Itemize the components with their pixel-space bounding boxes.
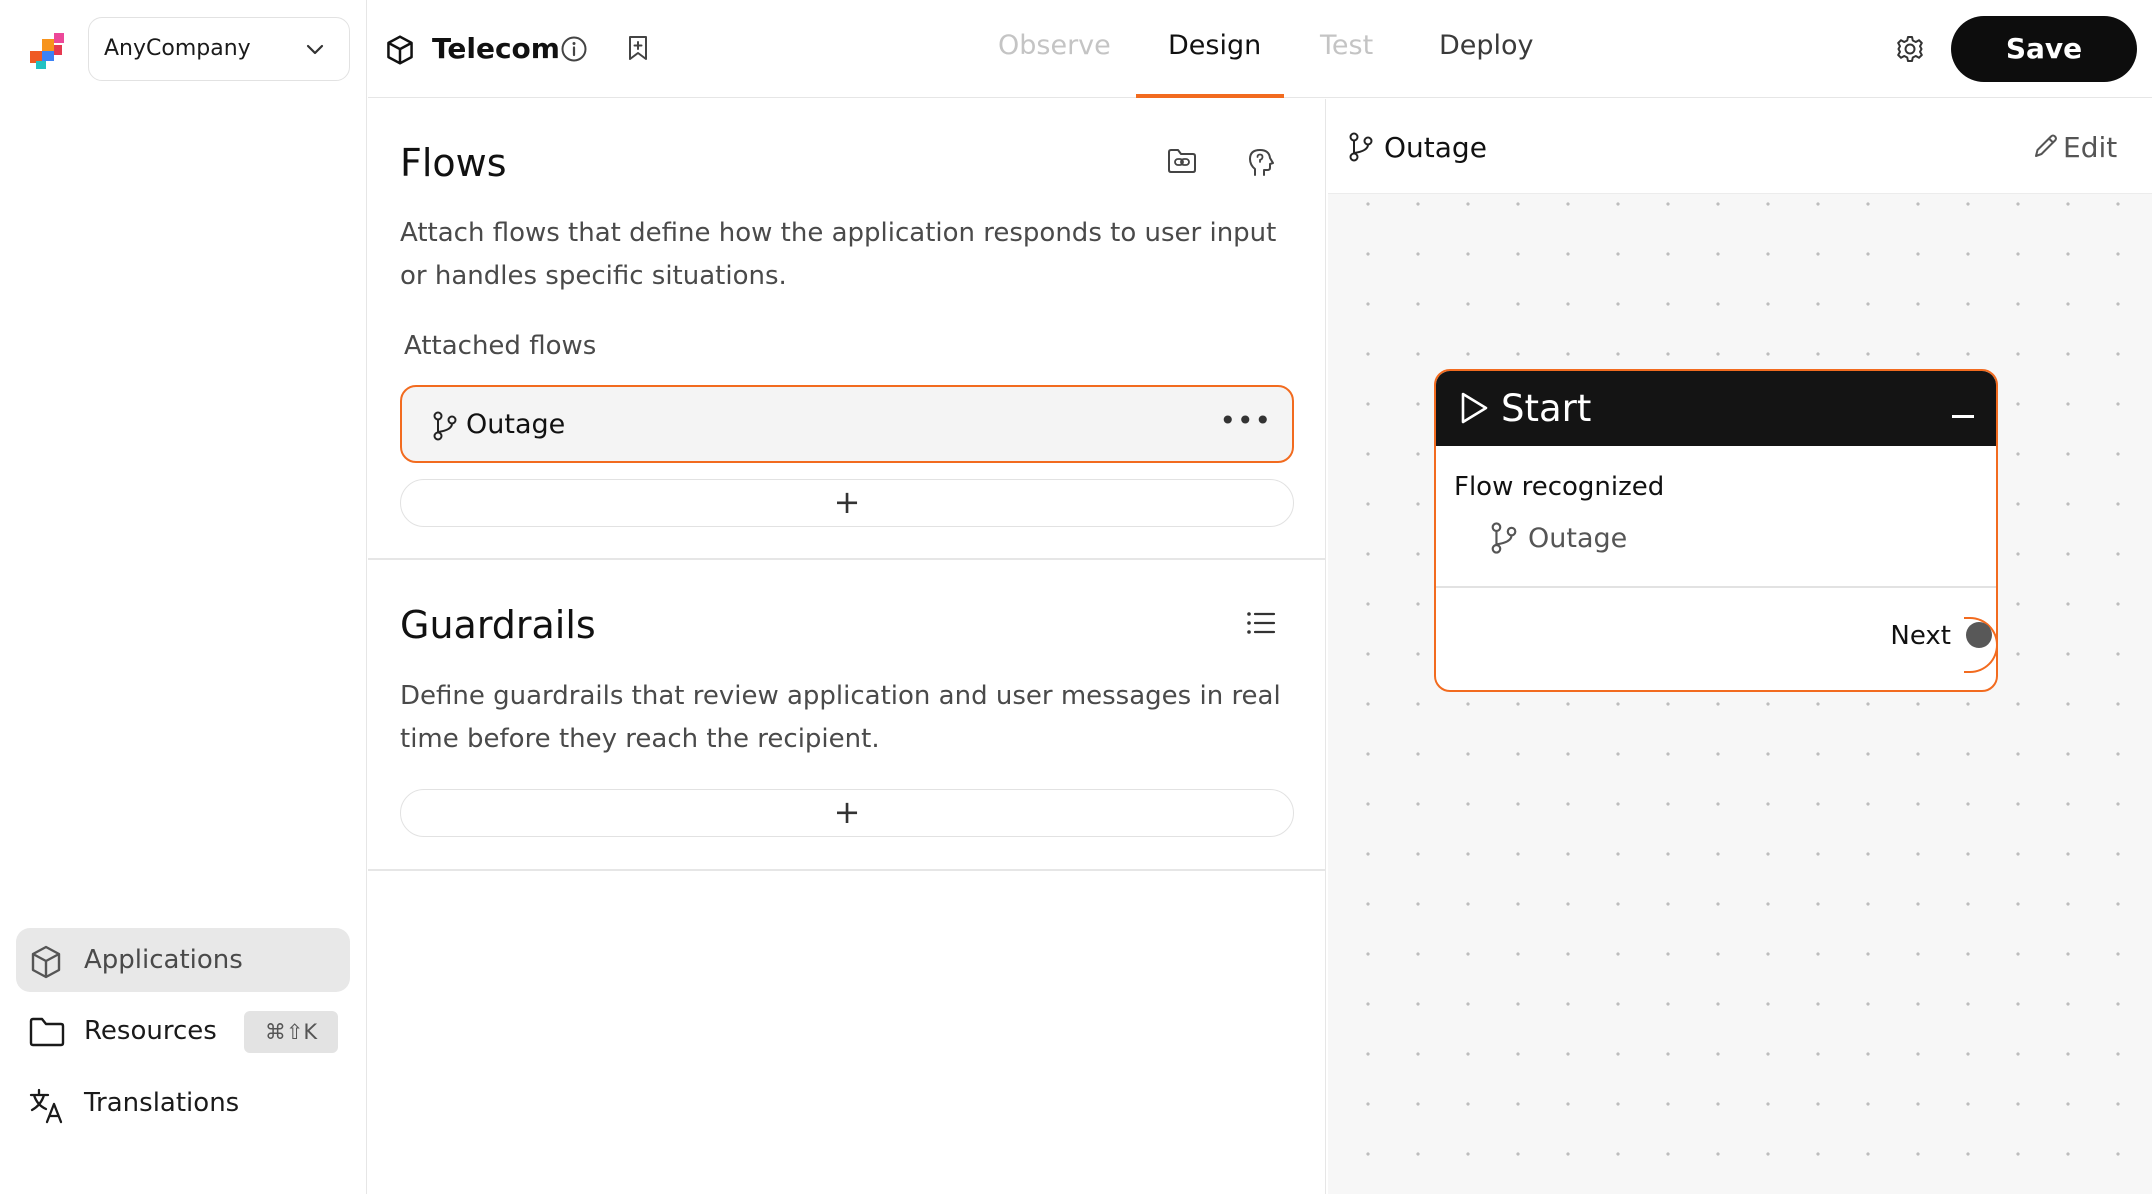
folder-link-icon[interactable]	[1166, 146, 1198, 176]
start-node[interactable]: Start Flow recognized Outage Next	[1434, 369, 1998, 692]
folder-icon	[28, 1015, 66, 1049]
canvas-title: Outage	[1384, 131, 1487, 164]
translate-icon	[28, 1087, 66, 1125]
node-title: Start	[1501, 387, 1592, 430]
flows-title: Flows	[400, 141, 507, 185]
flows-description: Attach flows that define how the applica…	[400, 218, 1277, 291]
bookmark-icon[interactable]	[626, 34, 650, 62]
flow-canvas[interactable]	[1328, 194, 2152, 1194]
more-options-icon[interactable]: •••	[1219, 404, 1272, 437]
attached-flows-label: Attached flows	[404, 331, 597, 361]
active-tab-indicator	[1136, 94, 1284, 98]
tab-deploy[interactable]: Deploy	[1439, 30, 1534, 61]
head-profile-icon[interactable]	[1246, 146, 1276, 178]
section-divider	[368, 869, 1326, 871]
branch-icon	[432, 411, 458, 441]
node-divider	[1436, 586, 1996, 588]
info-icon[interactable]	[560, 35, 588, 63]
chevron-down-icon	[304, 38, 326, 60]
section-divider	[368, 558, 1326, 560]
app-title: Telecom	[432, 32, 560, 65]
flow-name: Outage	[466, 409, 566, 440]
pencil-icon[interactable]	[2030, 132, 2060, 162]
sidebar-item-translations[interactable]: Translations	[16, 1071, 350, 1135]
keyboard-shortcut-badge: ⌘⇧K	[244, 1011, 338, 1053]
company-logo-icon	[30, 33, 66, 69]
output-port-handle[interactable]	[1966, 622, 1992, 648]
node-condition: Flow recognized	[1454, 472, 1665, 502]
sidebar-item-label: Resources	[84, 1016, 217, 1046]
cube-icon	[384, 34, 416, 66]
sidebar-item-applications[interactable]: Applications	[16, 928, 350, 992]
sidebar-item-label: Applications	[84, 945, 243, 975]
sidebar-item-label: Translations	[84, 1088, 240, 1118]
attached-flow-item[interactable]: Outage •••	[400, 385, 1294, 463]
play-icon	[1458, 391, 1490, 425]
sidebar-item-resources[interactable]: Resources ⌘⇧K	[16, 999, 350, 1063]
node-header: Start	[1436, 371, 1996, 446]
org-name: AnyCompany	[104, 36, 251, 61]
tab-test[interactable]: Test	[1320, 30, 1373, 61]
add-guardrail-button[interactable]: +	[400, 789, 1294, 837]
node-output-label: Next	[1890, 621, 1951, 651]
branch-icon	[1490, 521, 1518, 555]
edit-button[interactable]: Edit	[2063, 131, 2117, 164]
list-icon[interactable]	[1246, 610, 1276, 636]
cube-icon	[28, 944, 64, 980]
save-button[interactable]: Save	[1951, 16, 2137, 82]
branch-icon	[1348, 132, 1374, 162]
gear-icon[interactable]	[1895, 34, 1925, 64]
add-flow-button[interactable]: +	[400, 479, 1294, 527]
guardrails-title: Guardrails	[400, 603, 596, 647]
tab-design[interactable]: Design	[1168, 30, 1261, 61]
minimize-icon[interactable]	[1952, 415, 1974, 418]
guardrails-description: Define guardrails that review applicatio…	[400, 681, 1281, 754]
tab-observe[interactable]: Observe	[998, 30, 1111, 61]
node-flow-name: Outage	[1528, 523, 1628, 554]
